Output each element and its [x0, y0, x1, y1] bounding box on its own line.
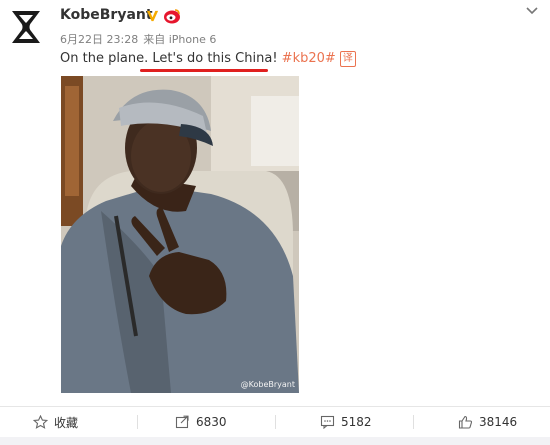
image-watermark: @KobeBryant: [240, 380, 295, 389]
repost-count: 6830: [196, 415, 227, 429]
like-count: 38146: [479, 415, 518, 429]
username[interactable]: KobeBryant: [60, 7, 153, 23]
post-photo-illustration: [61, 76, 299, 393]
comment-icon: [320, 415, 335, 429]
action-separator: [413, 415, 414, 429]
weibo-post-card: KobeBryant 6月22日 23:28 来自 iPhone 6 On the…: [0, 0, 550, 445]
post-text-highlight: Let's do this China!: [152, 51, 278, 66]
red-underline-annotation: [140, 69, 268, 72]
avatar-logo[interactable]: [8, 9, 44, 45]
comment-count: 5182: [341, 415, 372, 429]
star-icon: [33, 415, 48, 429]
favorite-button[interactable]: 收藏: [33, 407, 78, 437]
action-separator: [137, 415, 138, 429]
comment-button[interactable]: 5182: [320, 407, 372, 437]
verified-v-icon[interactable]: [145, 8, 160, 23]
like-button[interactable]: 38146: [458, 407, 517, 437]
repost-icon: [175, 415, 189, 429]
source-prefix: 来自: [143, 33, 166, 46]
translate-icon[interactable]: 译: [339, 51, 356, 67]
chevron-down-icon[interactable]: [525, 6, 539, 16]
hashtag-link[interactable]: #kb20#: [282, 51, 336, 66]
post-source[interactable]: iPhone 6: [169, 33, 217, 46]
post-time[interactable]: 6月22日 23:28: [60, 33, 138, 46]
post-text: On the plane. Let's do this China! #kb20…: [60, 51, 356, 67]
action-bar: 收藏 6830 5182 38146: [0, 407, 550, 437]
post-text-lead: On the plane.: [60, 51, 153, 66]
weibo-member-icon[interactable]: [163, 8, 181, 24]
repost-button[interactable]: 6830: [175, 407, 227, 437]
card-bottom-border: [0, 437, 550, 445]
post-meta: 6月22日 23:28 来自 iPhone 6: [60, 31, 221, 47]
action-separator: [275, 415, 276, 429]
thumbs-up-icon: [458, 415, 473, 429]
favorite-label: 收藏: [54, 415, 79, 430]
post-image[interactable]: @KobeBryant: [61, 76, 299, 393]
